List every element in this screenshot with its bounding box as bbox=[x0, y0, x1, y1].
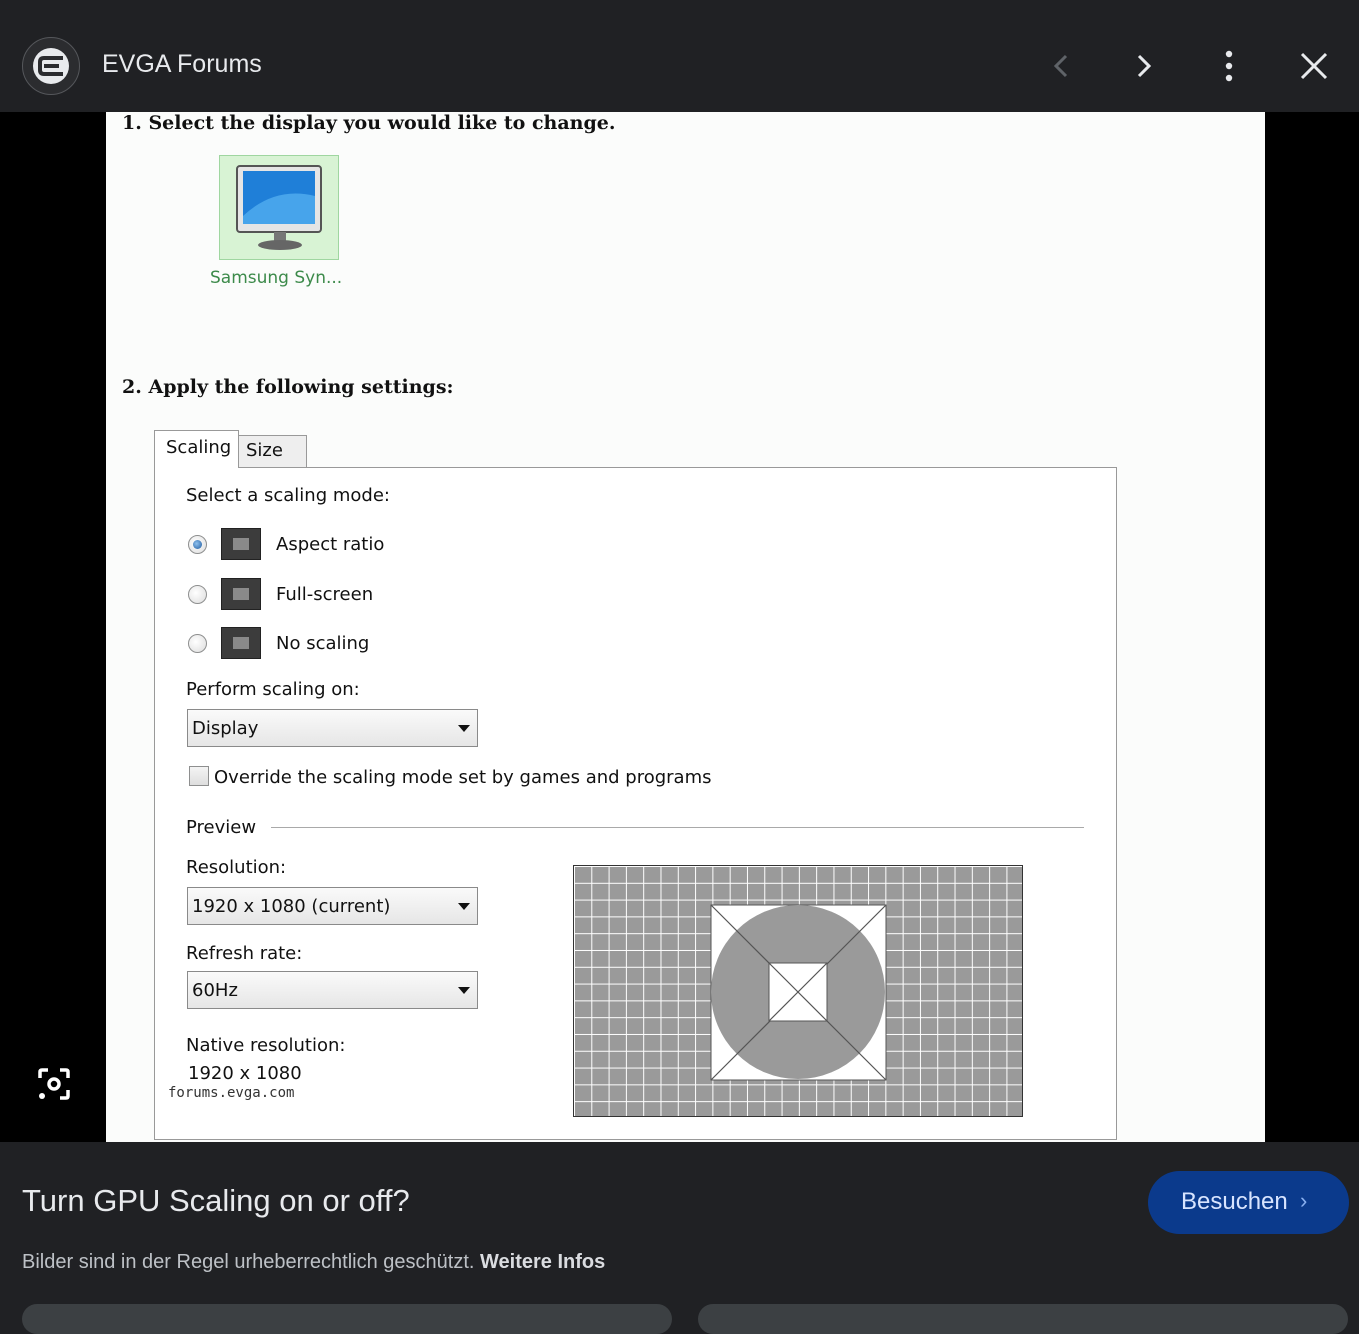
mode-label-full-screen[interactable]: Full-screen bbox=[276, 584, 373, 605]
radio-aspect-ratio[interactable] bbox=[188, 535, 207, 554]
refresh-rate-value: 60Hz bbox=[192, 980, 238, 1001]
close-icon[interactable] bbox=[1292, 44, 1336, 88]
info-panel bbox=[0, 1142, 1359, 1316]
watermark: forums.evga.com bbox=[168, 1085, 295, 1101]
native-resolution-value: 1920 x 1080 bbox=[188, 1063, 302, 1084]
evga-logo-icon[interactable] bbox=[22, 37, 80, 95]
monitor-icon bbox=[236, 165, 322, 250]
more-info-link[interactable]: Weitere Infos bbox=[480, 1251, 605, 1273]
scaling-preview-graphic bbox=[573, 865, 1023, 1117]
visit-label: Besuchen bbox=[1181, 1188, 1288, 1215]
override-checkbox[interactable] bbox=[189, 766, 209, 786]
resolution-value: 1920 x 1080 (current) bbox=[192, 896, 391, 917]
resolution-label: Resolution: bbox=[186, 857, 287, 878]
site-name[interactable]: EVGA Forums bbox=[102, 50, 262, 79]
refresh-rate-select[interactable]: 60Hz bbox=[187, 971, 478, 1009]
no-scaling-icon bbox=[221, 627, 261, 659]
tab-scaling[interactable]: Scaling bbox=[154, 430, 239, 468]
perform-scaling-select[interactable]: Display bbox=[187, 709, 478, 747]
mode-label-no-scaling[interactable]: No scaling bbox=[276, 633, 369, 654]
related-card[interactable] bbox=[698, 1304, 1348, 1334]
related-card[interactable] bbox=[22, 1304, 672, 1334]
dropdown-arrow-icon bbox=[458, 987, 470, 994]
preview-image[interactable]: 1. Select the display you would like to … bbox=[106, 112, 1265, 1142]
image-title[interactable]: Turn GPU Scaling on or off? bbox=[22, 1183, 410, 1219]
perform-scaling-label: Perform scaling on: bbox=[186, 679, 360, 700]
lens-search-icon[interactable] bbox=[30, 1060, 78, 1108]
tab-size[interactable]: Size bbox=[238, 435, 307, 468]
radio-no-scaling[interactable] bbox=[188, 634, 207, 653]
display-label: Samsung Syn... bbox=[210, 268, 343, 288]
scaling-panel: Select a scaling mode: Aspect ratio Full… bbox=[154, 467, 1117, 1140]
resolution-select[interactable]: 1920 x 1080 (current) bbox=[187, 887, 478, 925]
native-resolution-label: Native resolution: bbox=[186, 1035, 346, 1056]
more-vert-icon[interactable] bbox=[1207, 44, 1251, 88]
radio-full-screen[interactable] bbox=[188, 585, 207, 604]
dropdown-arrow-icon bbox=[458, 903, 470, 910]
perform-scaling-value: Display bbox=[192, 718, 259, 739]
scaling-mode-label: Select a scaling mode: bbox=[186, 485, 390, 506]
preview-divider bbox=[271, 827, 1084, 828]
refresh-rate-label: Refresh rate: bbox=[186, 943, 303, 964]
chevron-left-icon[interactable] bbox=[1038, 44, 1082, 88]
copyright-notice: Bilder sind in der Regel urheberrechtlic… bbox=[22, 1251, 605, 1274]
preview-label: Preview bbox=[186, 817, 257, 838]
full-screen-icon bbox=[221, 578, 261, 610]
dropdown-arrow-icon bbox=[458, 725, 470, 732]
step-2-heading: 2. Apply the following settings: bbox=[122, 376, 454, 398]
override-label[interactable]: Override the scaling mode set by games a… bbox=[214, 767, 712, 788]
viewer-header: EVGA Forums bbox=[0, 0, 1359, 112]
visit-button[interactable]: Besuchen › bbox=[1148, 1171, 1349, 1234]
step-1-heading: 1. Select the display you would like to … bbox=[122, 112, 616, 134]
chevron-right-icon[interactable] bbox=[1123, 44, 1167, 88]
mode-label-aspect-ratio[interactable]: Aspect ratio bbox=[276, 534, 384, 555]
display-selector[interactable] bbox=[219, 155, 339, 260]
copyright-text: Bilder sind in der Regel urheberrechtlic… bbox=[22, 1251, 475, 1273]
chevron-right-icon: › bbox=[1300, 1188, 1308, 1213]
aspect-ratio-icon bbox=[221, 528, 261, 560]
